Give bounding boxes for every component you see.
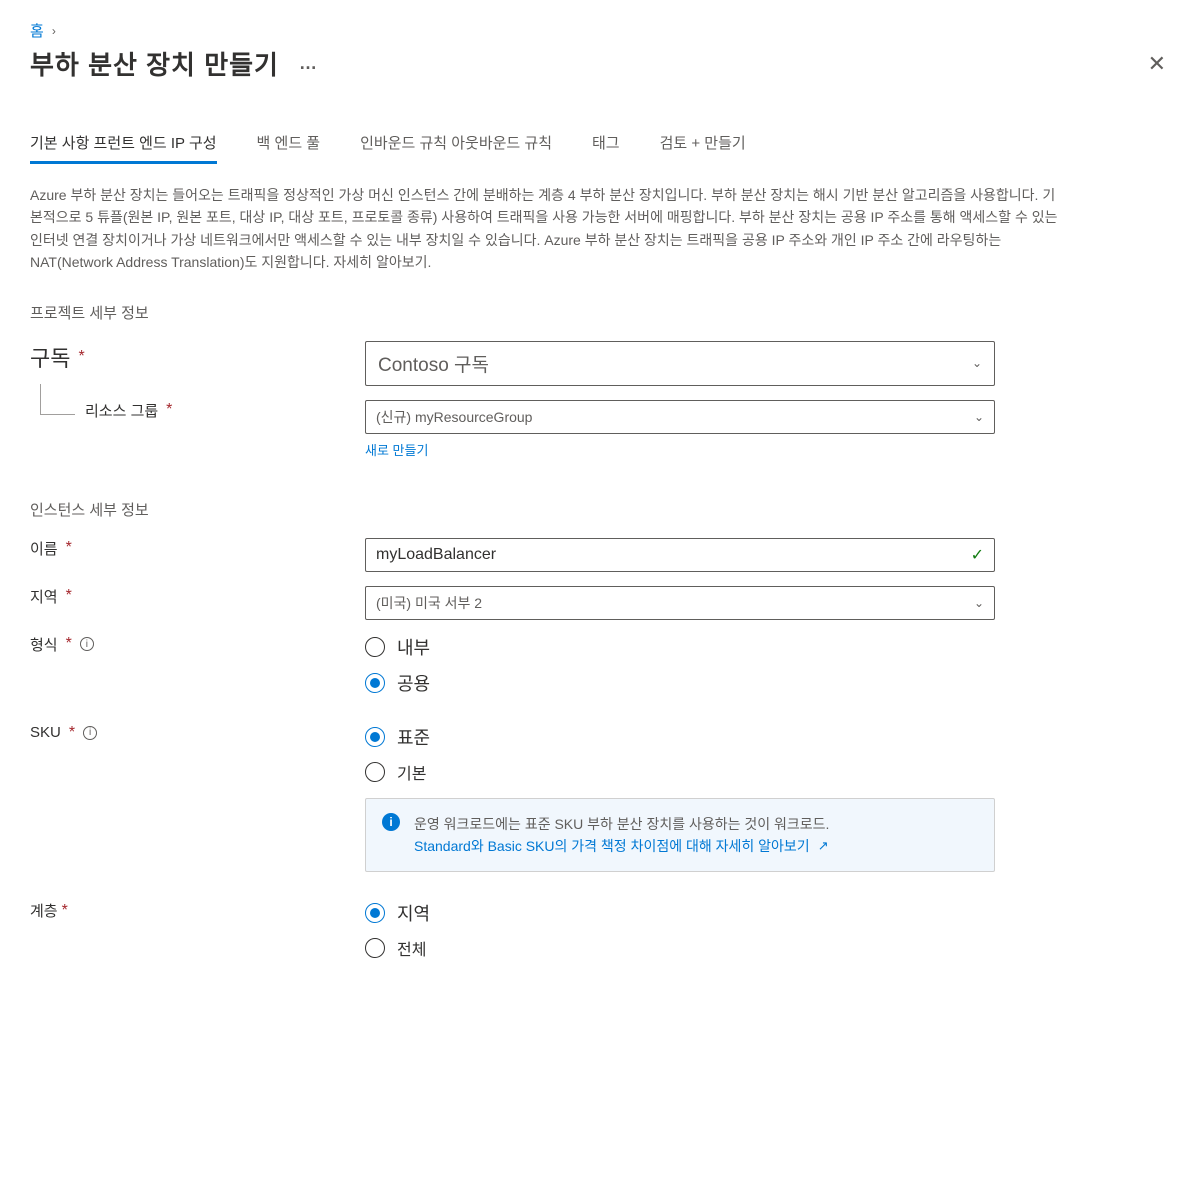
row-name: 이름 * ✓ <box>30 538 1170 572</box>
infobox-text: 운영 워크로드에는 표준 SKU 부하 분산 장치를 사용하는 것이 워크로드. <box>414 816 829 832</box>
tab-rules[interactable]: 인바운드 규칙 아웃바운드 규칙 <box>360 132 552 164</box>
subscription-select[interactable]: Contoso 구독 ⌄ <box>365 341 995 386</box>
radio-type-internal[interactable]: 내부 <box>365 634 995 660</box>
create-new-link[interactable]: 새로 만들기 <box>365 440 428 459</box>
radio-type-public[interactable]: 공용 <box>365 670 995 696</box>
row-sku: SKU * i 표준 기본 i 운영 워크로드에는 표준 SKU 부하 분산 장… <box>30 724 1170 873</box>
sku-infobox: i 운영 워크로드에는 표준 SKU 부하 분산 장치를 사용하는 것이 워크로… <box>365 798 995 873</box>
more-icon[interactable]: … <box>299 53 319 74</box>
name-input-wrap: ✓ <box>365 538 995 572</box>
required-icon: * <box>66 539 72 557</box>
external-link-icon: ↗ <box>818 836 829 857</box>
radio-tier-global[interactable]: 전체 <box>365 936 995 960</box>
page-title: 부하 분산 장치 만들기 <box>30 45 279 82</box>
chevron-down-icon: ⌄ <box>974 410 984 424</box>
required-icon: * <box>166 401 172 419</box>
resource-group-label: 리소스 그룹 <box>85 400 158 421</box>
radio-label: 표준 <box>397 724 430 750</box>
chevron-down-icon: ⌄ <box>972 356 982 370</box>
resource-group-select[interactable]: (신규) myResourceGroup ⌄ <box>365 400 995 434</box>
title-row: 부하 분산 장치 만들기 … ✕ <box>30 45 1170 82</box>
type-label: 형식 <box>30 634 58 655</box>
sku-label: SKU <box>30 724 61 741</box>
required-icon: * <box>66 587 72 605</box>
description: Azure 부하 분산 장치는 들어오는 트래픽을 정상적인 가상 머신 인스턴… <box>30 184 1060 274</box>
info-icon[interactable]: i <box>80 637 94 651</box>
radio-label: 기본 <box>397 760 426 784</box>
radio-icon <box>365 938 385 958</box>
chevron-down-icon: ⌄ <box>974 596 984 610</box>
region-select[interactable]: (미국) 미국 서부 2 ⌄ <box>365 586 995 620</box>
radio-icon <box>365 903 385 923</box>
tier-label: 계층 <box>30 900 58 921</box>
check-icon: ✓ <box>971 545 984 565</box>
infobox-link[interactable]: Standard와 Basic SKU의 가격 책정 차이점에 대해 자세히 알… <box>414 835 829 857</box>
tab-basics[interactable]: 기본 사항 프런트 엔드 IP 구성 <box>30 132 217 164</box>
info-icon[interactable]: i <box>83 726 97 740</box>
row-tier: 계층 * 지역 전체 <box>30 900 1170 960</box>
tabs: 기본 사항 프런트 엔드 IP 구성 백 엔드 풀 인바운드 규칙 아웃바운드 … <box>30 132 1170 164</box>
project-heading: 프로젝트 세부 정보 <box>30 302 1170 323</box>
row-resource-group: 리소스 그룹 * (신규) myResourceGroup ⌄ 새로 만들기 <box>30 400 1170 459</box>
name-label: 이름 <box>30 538 58 559</box>
radio-sku-standard[interactable]: 표준 <box>365 724 995 750</box>
required-icon: * <box>69 724 75 742</box>
radio-label: 전체 <box>397 936 426 960</box>
row-type: 형식 * i 내부 공용 <box>30 634 1170 696</box>
subscription-label: 구독 <box>30 341 70 373</box>
radio-icon <box>365 637 385 657</box>
required-icon: * <box>78 348 84 366</box>
subscription-value: Contoso 구독 <box>378 350 489 377</box>
radio-label: 지역 <box>397 900 430 926</box>
region-label: 지역 <box>30 586 58 607</box>
resource-group-value: (신규) myResourceGroup <box>376 407 532 427</box>
required-icon: * <box>62 902 68 920</box>
row-subscription: 구독 * Contoso 구독 ⌄ <box>30 341 1170 386</box>
radio-tier-regional[interactable]: 지역 <box>365 900 995 926</box>
required-icon: * <box>66 635 72 653</box>
tab-backend-pool[interactable]: 백 엔드 풀 <box>257 132 321 164</box>
chevron-right-icon: › <box>52 24 56 38</box>
radio-icon <box>365 727 385 747</box>
breadcrumb: 홈 › <box>30 20 1170 41</box>
row-region: 지역 * (미국) 미국 서부 2 ⌄ <box>30 586 1170 620</box>
tab-tags[interactable]: 태그 <box>592 132 620 164</box>
name-input[interactable] <box>376 546 971 564</box>
instance-heading: 인스턴스 세부 정보 <box>30 499 1170 520</box>
tab-review[interactable]: 검토 + 만들기 <box>660 132 746 164</box>
breadcrumb-home[interactable]: 홈 <box>30 20 44 41</box>
region-value: (미국) 미국 서부 2 <box>376 593 482 613</box>
radio-sku-basic[interactable]: 기본 <box>365 760 995 784</box>
radio-label: 공용 <box>397 670 430 696</box>
close-button[interactable]: ✕ <box>1144 47 1170 81</box>
info-filled-icon: i <box>382 813 400 831</box>
radio-icon <box>365 762 385 782</box>
radio-label: 내부 <box>397 634 430 660</box>
radio-icon <box>365 673 385 693</box>
